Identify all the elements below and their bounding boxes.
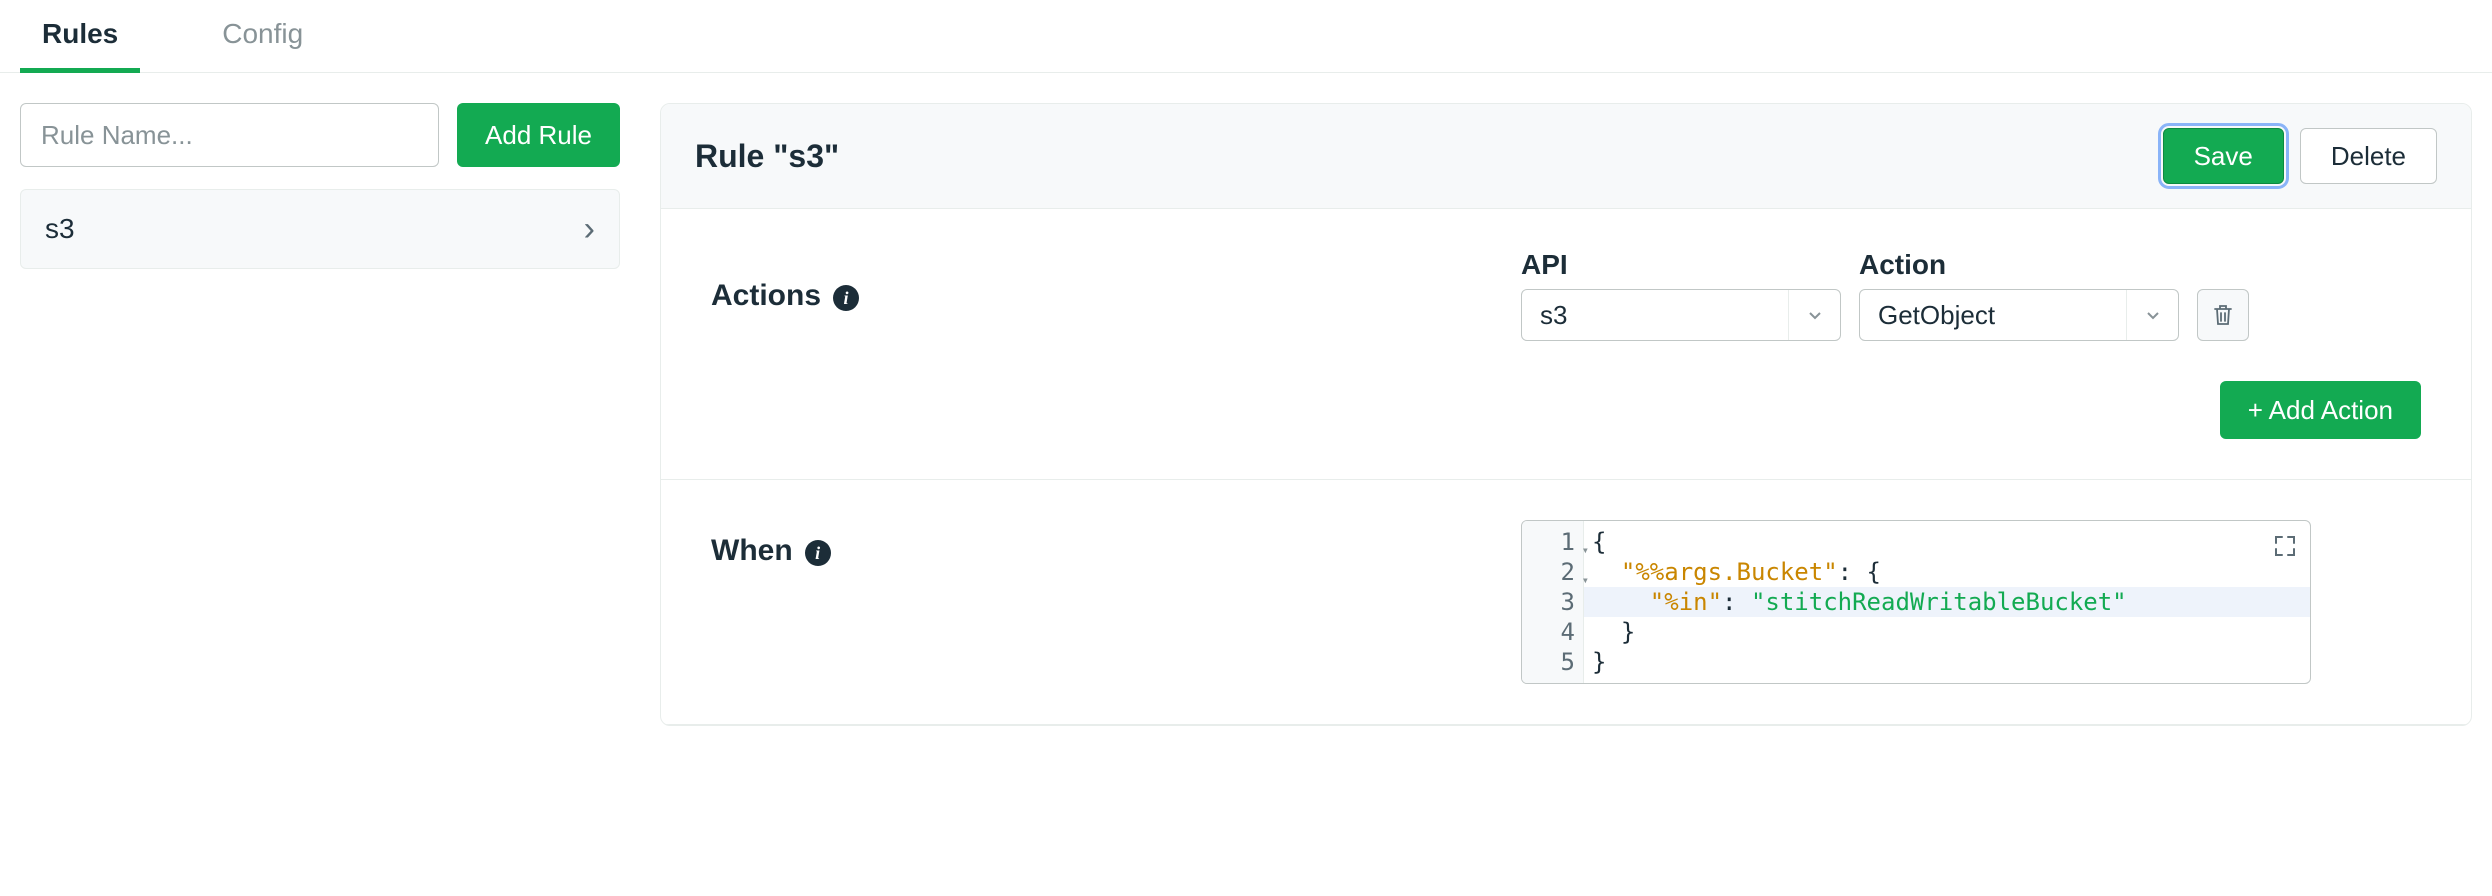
- api-field-label: API: [1521, 249, 1841, 281]
- main-header: Rule "s3" Save Delete: [661, 104, 2471, 209]
- delete-button[interactable]: Delete: [2300, 128, 2437, 184]
- action-field-label: Action: [1859, 249, 2179, 281]
- info-icon[interactable]: i: [805, 540, 831, 566]
- sidebar: Add Rule s3 ›: [20, 103, 620, 726]
- tab-rules[interactable]: Rules: [20, 0, 140, 73]
- code-gutter: 1▾2▾345: [1522, 521, 1584, 683]
- rule-title: Rule "s3": [695, 138, 839, 175]
- chevron-down-icon: [1788, 290, 1840, 340]
- rule-list-item[interactable]: s3 ›: [20, 189, 620, 269]
- info-icon[interactable]: i: [833, 285, 859, 311]
- action-select-value: GetObject: [1860, 300, 2126, 331]
- chevron-right-icon: ›: [584, 210, 595, 249]
- rule-name-input[interactable]: [20, 103, 439, 167]
- action-select[interactable]: GetObject: [1859, 289, 2179, 341]
- actions-label: Actions: [711, 279, 821, 313]
- actions-section: Actions i API s3 Action: [661, 209, 2471, 480]
- expand-icon[interactable]: [2274, 535, 2296, 563]
- chevron-down-icon: [2126, 290, 2178, 340]
- save-button[interactable]: Save: [2163, 128, 2284, 184]
- rule-list-item-label: s3: [45, 213, 75, 245]
- when-label: When: [711, 534, 793, 568]
- add-rule-button[interactable]: Add Rule: [457, 103, 620, 167]
- code-body[interactable]: { "%%args.Bucket": { "%in": "stitchReadW…: [1584, 521, 2310, 683]
- tab-config[interactable]: Config: [200, 0, 325, 73]
- tabs: Rules Config: [0, 0, 2492, 73]
- main-panel: Rule "s3" Save Delete Actions i API s3: [660, 103, 2472, 726]
- when-code-editor[interactable]: 1▾2▾345 { "%%args.Bucket": { "%in": "sti…: [1521, 520, 2311, 684]
- when-section: When i 1▾2▾345 { "%%args.Bucket": { "%in…: [661, 480, 2471, 725]
- delete-action-button[interactable]: [2197, 289, 2249, 341]
- trash-icon: [2212, 303, 2234, 327]
- add-action-button[interactable]: + Add Action: [2220, 381, 2421, 439]
- api-select[interactable]: s3: [1521, 289, 1841, 341]
- api-select-value: s3: [1522, 300, 1788, 331]
